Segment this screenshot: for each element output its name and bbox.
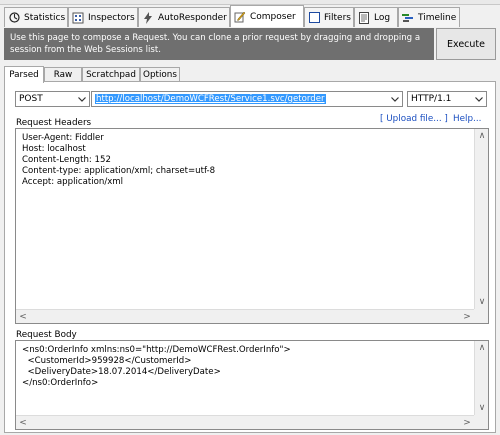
composer-icon — [234, 11, 246, 23]
url-value: http://localhost/DemoWCFRest/Service1.sv… — [95, 94, 326, 104]
scroll-left-icon[interactable]: < — [16, 416, 30, 430]
tab-label: Log — [374, 12, 391, 23]
headers-vertical-scrollbar[interactable]: ∧ ∨ — [474, 129, 488, 309]
inspectors-icon — [72, 12, 84, 24]
main-tab-strip: Statistics Inspectors AutoResponder Comp… — [0, 5, 500, 27]
execute-button[interactable]: Execute — [436, 28, 496, 60]
scroll-down-icon[interactable]: ∨ — [475, 401, 489, 415]
body-line: <DeliveryDate>18.07.2014</DeliveryDate> — [22, 367, 221, 377]
body-line: </ns0:OrderInfo> — [22, 378, 99, 388]
header-line: Content-Length: 152 — [22, 155, 111, 165]
subtab-parsed[interactable]: Parsed — [4, 66, 44, 83]
instruction-banner: Use this page to compose a Request. You … — [4, 28, 434, 60]
scroll-up-icon[interactable]: ∧ — [475, 129, 489, 143]
tab-inspectors[interactable]: Inspectors — [68, 7, 138, 27]
tab-label: Filters — [324, 12, 351, 23]
tab-label: Composer — [250, 11, 296, 22]
body-line: <CustomerId>959928</CustomerId> — [22, 356, 192, 366]
body-line: <ns0:OrderInfo xmlns:ns0="http://DemoWCF… — [22, 345, 291, 355]
timeline-icon — [402, 12, 414, 24]
lightning-icon — [142, 11, 154, 24]
scroll-up-icon[interactable]: ∧ — [475, 341, 489, 355]
header-line: User-Agent: Fiddler — [22, 133, 104, 143]
chevron-down-icon — [472, 92, 486, 106]
subtab-raw[interactable]: Raw — [44, 67, 82, 82]
url-input[interactable]: http://localhost/DemoWCFRest/Service1.sv… — [91, 91, 403, 107]
method-select[interactable]: POST — [15, 91, 90, 107]
tab-composer[interactable]: Composer — [230, 5, 304, 27]
header-line: Host: localhost — [22, 144, 86, 154]
statistics-icon — [8, 12, 20, 24]
tab-label: Statistics — [24, 12, 66, 23]
chevron-down-icon — [75, 92, 89, 106]
request-body-textarea[interactable]: <ns0:OrderInfo xmlns:ns0="http://DemoWCF… — [15, 340, 489, 430]
body-horizontal-scrollbar[interactable]: < > — [16, 415, 474, 429]
subtab-options[interactable]: Options — [140, 67, 180, 82]
tab-label: AutoResponder — [158, 12, 227, 23]
tab-label: Inspectors — [88, 12, 135, 23]
help-link[interactable]: Help... — [453, 114, 481, 124]
chevron-down-icon — [388, 92, 402, 106]
tab-label: Timeline — [418, 12, 457, 23]
header-line: Content-type: application/xml; charset=u… — [22, 166, 216, 176]
request-headers-label: Request Headers — [16, 118, 92, 128]
scroll-corner — [474, 309, 488, 323]
log-icon — [358, 11, 370, 24]
tab-autoresponder[interactable]: AutoResponder — [138, 7, 230, 27]
scroll-right-icon[interactable]: > — [460, 416, 474, 430]
checkbox-icon — [308, 12, 320, 24]
version-value: HTTP/1.1 — [411, 94, 452, 104]
scroll-left-icon[interactable]: < — [16, 310, 30, 324]
http-version-select[interactable]: HTTP/1.1 — [407, 91, 487, 107]
upload-file-link[interactable]: [ Upload file... ] — [380, 114, 448, 124]
scroll-right-icon[interactable]: > — [460, 310, 474, 324]
tab-filters[interactable]: Filters — [304, 7, 354, 27]
request-body-label: Request Body — [16, 330, 77, 340]
scroll-down-icon[interactable]: ∨ — [475, 295, 489, 309]
parsed-panel: POST http://localhost/DemoWCFRest/Servic… — [4, 81, 496, 433]
scroll-corner — [474, 415, 488, 429]
method-value: POST — [19, 94, 43, 104]
body-vertical-scrollbar[interactable]: ∧ ∨ — [474, 341, 488, 415]
tab-log[interactable]: Log — [354, 7, 398, 27]
headers-horizontal-scrollbar[interactable]: < > — [16, 309, 474, 323]
tab-timeline[interactable]: Timeline — [398, 7, 460, 27]
header-line: Accept: application/xml — [22, 177, 124, 187]
request-headers-textarea[interactable]: User-Agent: Fiddler Host: localhost Cont… — [15, 128, 489, 324]
tab-statistics[interactable]: Statistics — [4, 7, 68, 27]
subtab-scratchpad[interactable]: Scratchpad — [82, 67, 140, 82]
